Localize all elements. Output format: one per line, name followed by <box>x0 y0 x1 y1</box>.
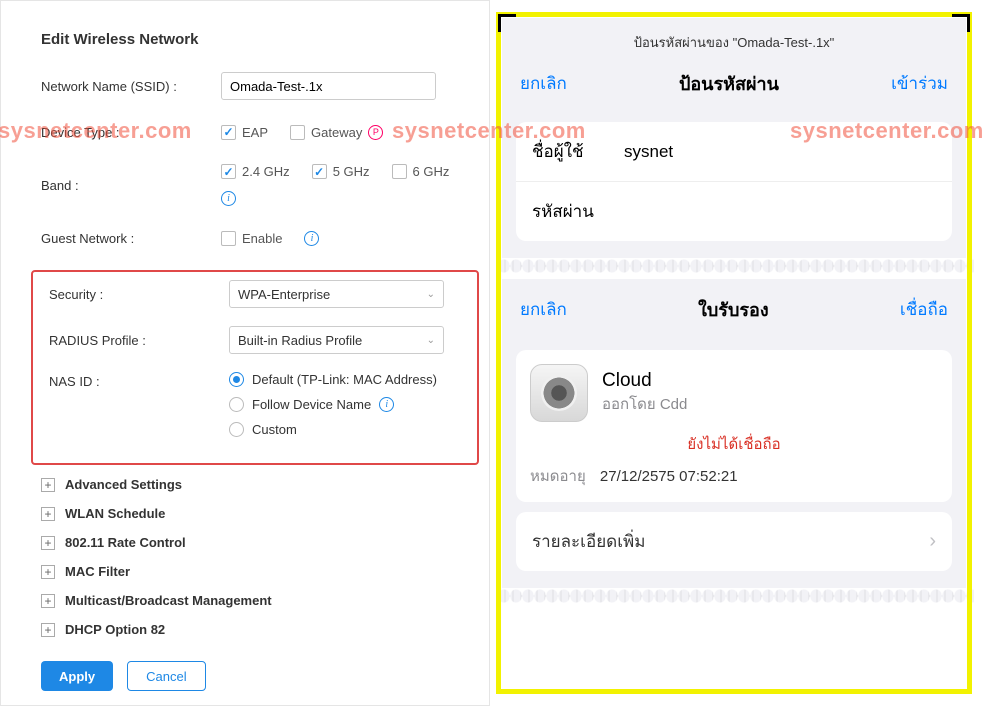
nas-custom-label: Custom <box>252 422 297 437</box>
ssid-input[interactable] <box>221 72 436 100</box>
expand-advanced[interactable]: + Advanced Settings <box>41 477 469 492</box>
security-highlight-box: Security : WPA-Enterprise ⌄ RADIUS Profi… <box>31 270 479 465</box>
expand-rate-control[interactable]: + 802.11 Rate Control <box>41 535 469 550</box>
expand-multicast[interactable]: + Multicast/Broadcast Management <box>41 593 469 608</box>
nas-label: NAS ID : <box>49 372 229 389</box>
cert-title: ใบรับรอง <box>698 295 769 324</box>
dialog-join-button[interactable]: เข้าร่วม <box>891 70 948 97</box>
security-label: Security : <box>49 287 229 302</box>
chevron-right-icon: › <box>929 530 936 553</box>
nas-default-radio[interactable] <box>229 372 244 387</box>
cert-issuer: ออกโดย Cdd <box>602 392 687 416</box>
dialog-subtitle: ป้อนรหัสผ่านของ "Omada-Test-.1x" <box>502 18 966 59</box>
nas-follow-info-icon[interactable]: i <box>379 397 394 412</box>
enable-label: Enable <box>242 231 282 246</box>
cert-expiry-label: หมดอายุ <box>530 468 586 485</box>
nas-follow-label: Follow Device Name <box>252 397 371 412</box>
cert-expiry-value: 27/12/2575 07:52:21 <box>600 468 738 485</box>
cancel-button[interactable]: Cancel <box>127 661 205 691</box>
gateway-label: Gateway <box>311 125 362 140</box>
guest-info-icon[interactable]: i <box>304 231 319 246</box>
chevron-down-icon: ⌄ <box>427 335 435 346</box>
gear-icon <box>541 375 577 411</box>
dialog-title: ป้อนรหัสผ่าน <box>679 69 779 98</box>
crop-corner-icon <box>952 14 970 32</box>
edit-wireless-panel: Edit Wireless Network Network Name (SSID… <box>0 0 490 706</box>
eap-checkbox[interactable] <box>221 125 236 140</box>
eap-label: EAP <box>242 125 268 140</box>
radius-label: RADIUS Profile : <box>49 333 229 348</box>
cert-not-trusted: ยังไม่ได้เชื่อถือ <box>530 432 938 456</box>
expand-mac-filter[interactable]: + MAC Filter <box>41 564 469 579</box>
plus-icon: + <box>41 565 55 579</box>
torn-divider <box>498 589 974 603</box>
band-5-label: 5 GHz <box>333 164 370 179</box>
nas-default-label: Default (TP-Link: MAC Address) <box>252 372 437 387</box>
apply-button[interactable]: Apply <box>41 661 113 691</box>
torn-divider <box>498 259 974 273</box>
cert-cancel-button[interactable]: ยกเลิก <box>520 296 567 323</box>
plus-icon: + <box>41 536 55 550</box>
chevron-down-icon: ⌄ <box>427 289 435 300</box>
nas-follow-radio[interactable] <box>229 397 244 412</box>
cert-more-details[interactable]: รายละเอียดเพิ่ม › <box>516 512 952 571</box>
ssid-label: Network Name (SSID) : <box>41 79 221 94</box>
cert-trust-button[interactable]: เชื่อถือ <box>900 296 948 323</box>
security-value: WPA-Enterprise <box>238 287 330 302</box>
band-6-label: 6 GHz <box>413 164 450 179</box>
band-info-icon[interactable]: i <box>221 191 236 206</box>
band-24-label: 2.4 GHz <box>242 164 290 179</box>
radius-select[interactable]: Built-in Radius Profile ⌄ <box>229 326 444 354</box>
plus-icon: + <box>41 478 55 492</box>
plus-icon: + <box>41 507 55 521</box>
security-select[interactable]: WPA-Enterprise ⌄ <box>229 280 444 308</box>
plus-icon: + <box>41 594 55 608</box>
device-type-label: Device Type : <box>41 125 221 140</box>
gateway-info-icon[interactable]: P <box>368 125 383 140</box>
certificate-icon <box>530 364 588 422</box>
expand-dhcp-82[interactable]: + DHCP Option 82 <box>41 622 469 637</box>
dialog-cancel-button[interactable]: ยกเลิก <box>520 70 567 97</box>
crop-corner-icon <box>498 14 516 32</box>
band-5-checkbox[interactable] <box>312 164 327 179</box>
guest-label: Guest Network : <box>41 231 221 246</box>
password-label: รหัสผ่าน <box>532 198 624 225</box>
phone-preview-panel: ป้อนรหัสผ่านของ "Omada-Test-.1x" ยกเลิก … <box>490 0 986 706</box>
band-label: Band : <box>41 178 221 193</box>
more-details-label: รายละเอียดเพิ่ม <box>532 528 645 555</box>
gateway-checkbox[interactable] <box>290 125 305 140</box>
wifi-password-dialog: ป้อนรหัสผ่านของ "Omada-Test-.1x" ยกเลิก … <box>502 18 966 259</box>
radius-value: Built-in Radius Profile <box>238 333 362 348</box>
cert-name: Cloud <box>602 370 687 392</box>
band-6-checkbox[interactable] <box>392 164 407 179</box>
username-input[interactable]: sysnet <box>624 142 673 162</box>
certificate-dialog: ยกเลิก ใบรับรอง เชื่อถือ Cloud ออกโดย Cd… <box>502 279 966 589</box>
page-title: Edit Wireless Network <box>41 31 469 48</box>
plus-icon: + <box>41 623 55 637</box>
expand-wlan-schedule[interactable]: + WLAN Schedule <box>41 506 469 521</box>
guest-enable-checkbox[interactable] <box>221 231 236 246</box>
nas-custom-radio[interactable] <box>229 422 244 437</box>
band-24-checkbox[interactable] <box>221 164 236 179</box>
username-label: ชื่อผู้ใช้ <box>532 138 624 165</box>
